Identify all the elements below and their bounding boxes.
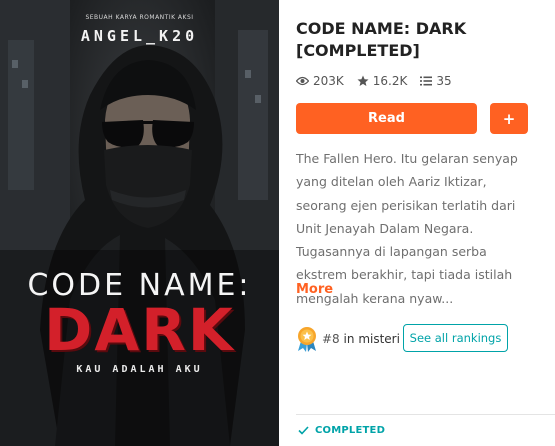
ranking-info[interactable]: #8 in misteri — [296, 325, 400, 353]
reads-stat: 203K — [296, 74, 344, 88]
story-title: CODE NAME: DARK [COMPLETED] — [296, 19, 467, 60]
status-badge: COMPLETED — [298, 425, 385, 436]
ranking-number: #8 — [322, 332, 340, 346]
more-link[interactable]: More — [296, 282, 333, 297]
cover-title-line2: DARK — [44, 296, 235, 364]
add-to-library-button[interactable]: + — [490, 103, 528, 134]
votes-stat: 16.2K — [357, 74, 408, 88]
see-all-rankings-button[interactable]: See all rankings — [403, 324, 508, 352]
story-stats: 203K 16.2K 35 — [296, 73, 465, 89]
status-label: COMPLETED — [315, 425, 386, 436]
read-button[interactable]: Read — [296, 103, 477, 134]
book-cover[interactable]: SEBUAH KARYA ROMANTIK AKSI ANGEL_K20 COD… — [0, 0, 279, 446]
cover-artwork — [0, 0, 279, 446]
ranking-in-word: in — [343, 332, 355, 346]
star-icon — [357, 75, 369, 86]
votes-count: 16.2K — [372, 74, 408, 88]
cover-author: ANGEL_K20 — [80, 27, 199, 45]
ranking-category: misteri — [358, 332, 400, 346]
status-divider — [296, 414, 555, 415]
parts-count: 35 — [436, 74, 452, 88]
list-icon — [420, 76, 433, 86]
eye-icon — [296, 76, 309, 86]
ranking-medal-icon — [298, 327, 316, 352]
reads-count: 203K — [313, 74, 344, 88]
ranking-text: #8 in misteri — [322, 332, 400, 346]
parts-stat: 35 — [420, 74, 452, 88]
check-icon — [298, 426, 309, 435]
cover-tagline: SEBUAH KARYA ROMANTIK AKSI — [85, 14, 194, 21]
cover-subtitle: KAU ADALAH AKU — [76, 364, 203, 375]
